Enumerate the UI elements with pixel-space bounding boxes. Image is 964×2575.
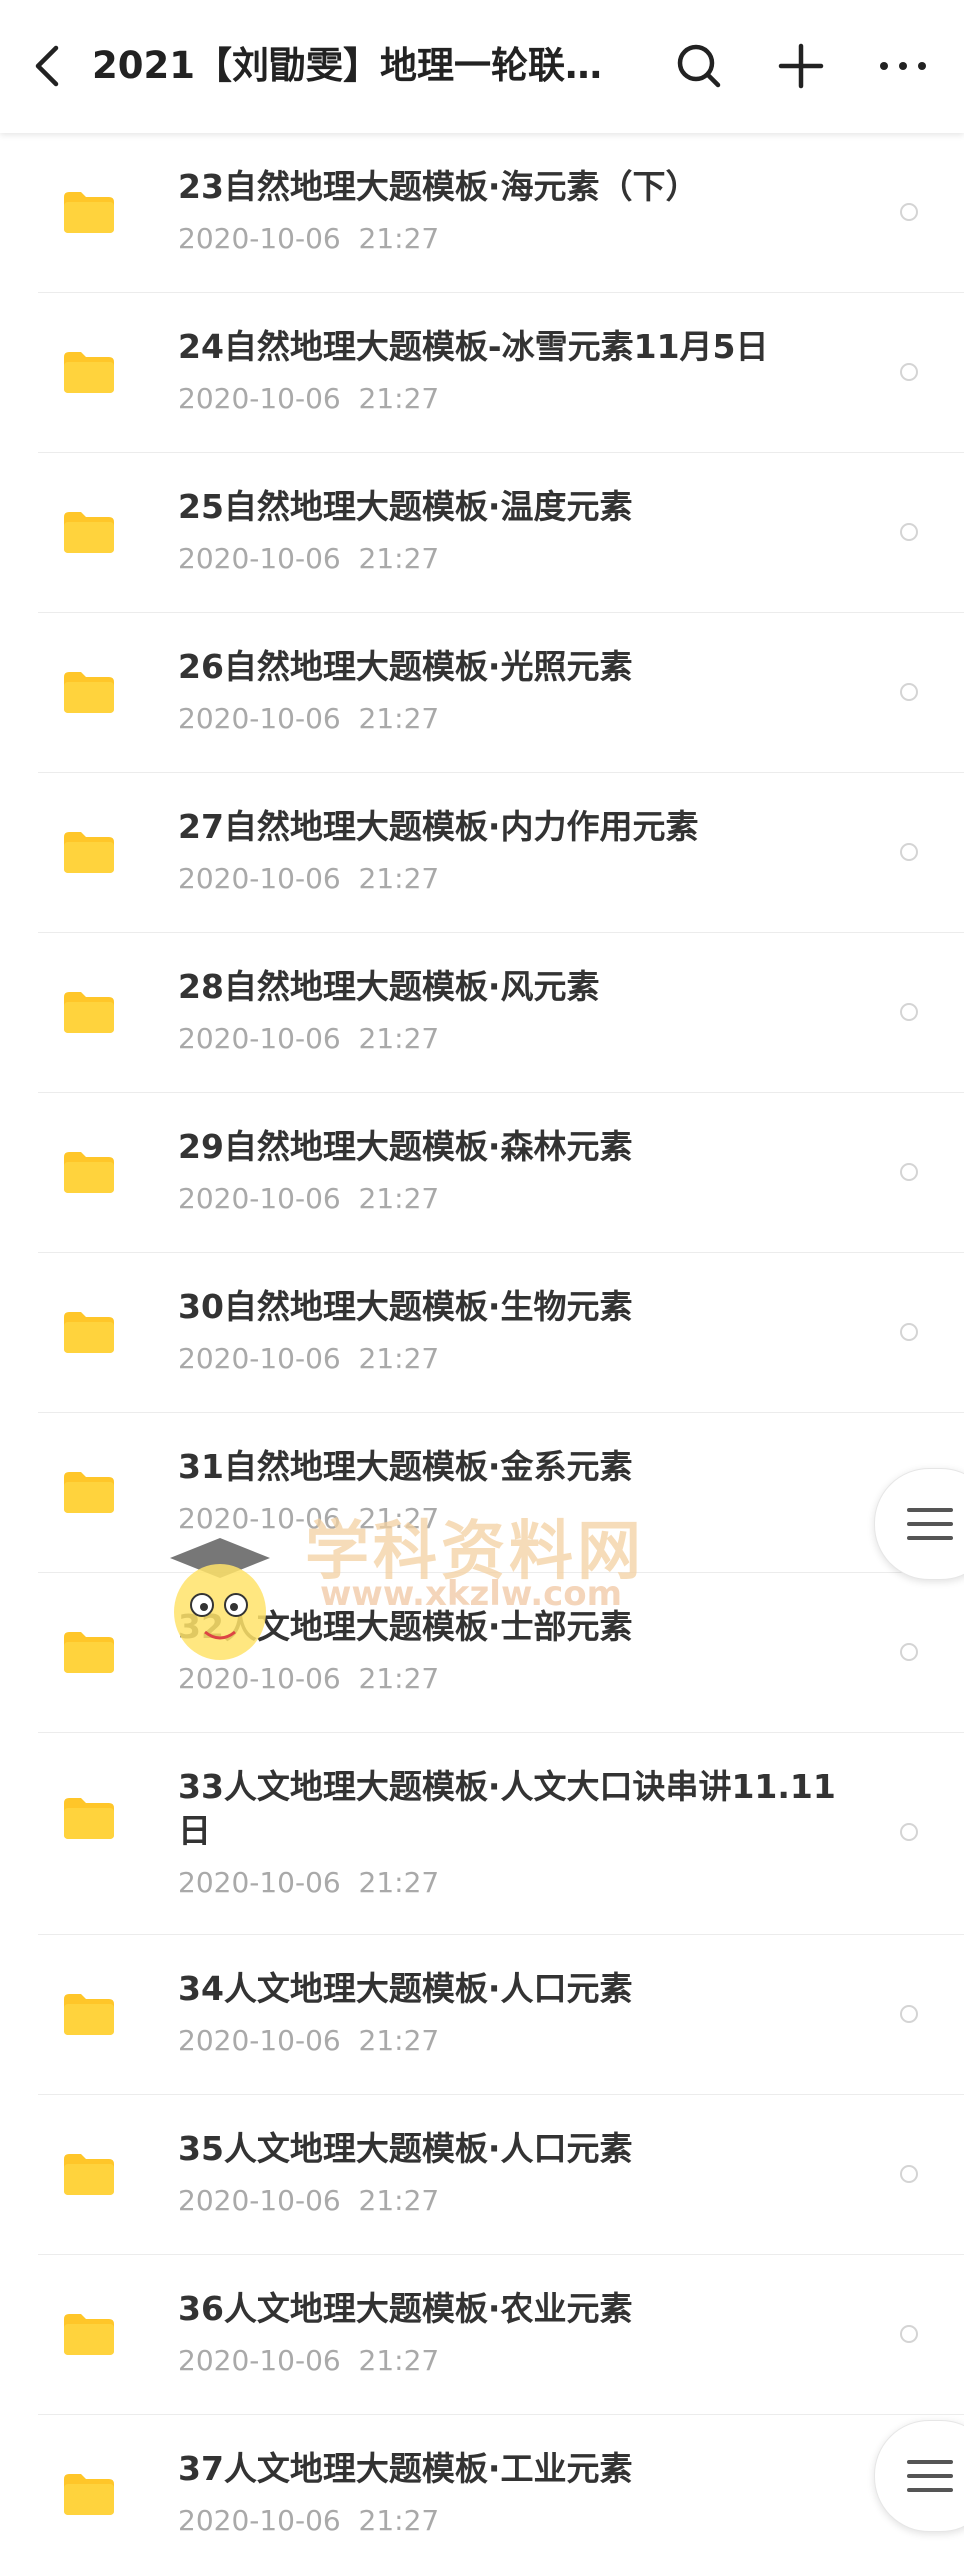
search-icon xyxy=(677,44,721,88)
search-button[interactable] xyxy=(666,33,732,99)
folder-icon xyxy=(64,992,114,1033)
list-item[interactable]: 27自然地理大题模板·内力作用元素 2020-10-06 21:27 xyxy=(38,773,964,933)
file-date: 2020-10-06 21:27 xyxy=(178,542,440,575)
folder-icon xyxy=(64,1472,114,1513)
file-date: 2020-10-06 21:27 xyxy=(178,2504,440,2537)
folder-icon xyxy=(64,2314,114,2355)
select-radio[interactable] xyxy=(900,1163,918,1181)
more-button[interactable] xyxy=(870,33,936,99)
chevron-left-icon xyxy=(35,45,59,87)
select-radio[interactable] xyxy=(900,1643,918,1661)
file-date: 2020-10-06 21:27 xyxy=(178,862,440,895)
watermark-url: www.xkzlw.com xyxy=(320,1574,623,1614)
select-radio[interactable] xyxy=(900,363,918,381)
select-radio[interactable] xyxy=(900,2325,918,2343)
folder-icon xyxy=(64,1312,114,1353)
select-radio[interactable] xyxy=(900,2005,918,2023)
file-name: 33人文地理大题模板·人文大口诀串讲11.11日 xyxy=(178,1767,836,1850)
folder-icon xyxy=(64,832,114,873)
list-item[interactable]: 23自然地理大题模板·海元素（下） 2020-10-06 21:27 xyxy=(38,133,964,293)
hamburger-icon xyxy=(907,1508,953,1540)
select-radio[interactable] xyxy=(900,1823,918,1841)
top-bar: 2021【刘勖雯】地理一轮联… xyxy=(0,0,964,133)
list-item[interactable]: 29自然地理大题模板·森林元素 2020-10-06 21:27 xyxy=(38,1093,964,1253)
file-date: 2020-10-06 21:27 xyxy=(178,1342,440,1375)
file-name: 27自然地理大题模板·内力作用元素 xyxy=(178,807,699,846)
list-item[interactable]: 30自然地理大题模板·生物元素 2020-10-06 21:27 xyxy=(38,1253,964,1413)
file-name: 28自然地理大题模板·风元素 xyxy=(178,967,600,1006)
back-button[interactable] xyxy=(26,36,70,96)
file-date: 2020-10-06 21:27 xyxy=(178,1182,440,1215)
select-radio[interactable] xyxy=(900,2165,918,2183)
hamburger-icon xyxy=(907,2460,953,2492)
file-name: 34人文地理大题模板·人口元素 xyxy=(178,1969,633,2008)
more-horizontal-icon xyxy=(880,62,926,70)
select-radio[interactable] xyxy=(900,1323,918,1341)
watermark: 学科资料网 www.xkzlw.com xyxy=(150,1500,670,1670)
folder-icon xyxy=(64,2154,114,2195)
plus-icon xyxy=(778,43,824,89)
folder-icon xyxy=(64,1632,114,1673)
list-item[interactable]: 34人文地理大题模板·人口元素 2020-10-06 21:27 xyxy=(38,1935,964,2095)
folder-icon xyxy=(64,192,114,233)
list-item[interactable]: 24自然地理大题模板-冰雪元素11月5日 2020-10-06 21:27 xyxy=(38,293,964,453)
select-radio[interactable] xyxy=(900,523,918,541)
list-item[interactable]: 33人文地理大题模板·人文大口诀串讲11.11日 2020-10-06 21:2… xyxy=(38,1733,964,1935)
select-radio[interactable] xyxy=(900,203,918,221)
select-radio[interactable] xyxy=(900,1003,918,1021)
add-button[interactable] xyxy=(768,33,834,99)
list-item[interactable]: 35人文地理大题模板·人口元素 2020-10-06 21:27 xyxy=(38,2095,964,2255)
file-name: 31自然地理大题模板·金系元素 xyxy=(178,1447,633,1486)
file-name: 36人文地理大题模板·农业元素 xyxy=(178,2289,633,2328)
file-name: 24自然地理大题模板-冰雪元素11月5日 xyxy=(178,327,769,366)
file-name: 29自然地理大题模板·森林元素 xyxy=(178,1127,633,1166)
file-date: 2020-10-06 21:27 xyxy=(178,1022,440,1055)
folder-icon xyxy=(64,1152,114,1193)
file-date: 2020-10-06 21:27 xyxy=(178,702,440,735)
folder-icon xyxy=(64,672,114,713)
file-date: 2020-10-06 21:27 xyxy=(178,382,440,415)
list-item[interactable]: 37人文地理大题模板·工业元素 2020-10-06 21:27 xyxy=(38,2415,964,2575)
file-name: 37人文地理大题模板·工业元素 xyxy=(178,2449,633,2488)
list-item[interactable]: 28自然地理大题模板·风元素 2020-10-06 21:27 xyxy=(38,933,964,1093)
file-name: 26自然地理大题模板·光照元素 xyxy=(178,647,633,686)
file-date: 2020-10-06 21:27 xyxy=(178,2344,440,2377)
folder-title: 2021【刘勖雯】地理一轮联… xyxy=(92,44,602,87)
folder-icon xyxy=(64,1798,114,1839)
folder-icon xyxy=(64,2474,114,2515)
list-item[interactable]: 36人文地理大题模板·农业元素 2020-10-06 21:27 xyxy=(38,2255,964,2415)
folder-icon xyxy=(64,352,114,393)
file-date: 2020-10-06 21:27 xyxy=(178,1866,440,1899)
file-name: 35人文地理大题模板·人口元素 xyxy=(178,2129,633,2168)
file-name: 30自然地理大题模板·生物元素 xyxy=(178,1287,633,1326)
folder-icon xyxy=(64,512,114,553)
mascot-icon xyxy=(170,1538,270,1660)
select-radio[interactable] xyxy=(900,843,918,861)
file-name: 25自然地理大题模板·温度元素 xyxy=(178,487,633,526)
file-date: 2020-10-06 21:27 xyxy=(178,2024,440,2057)
select-radio[interactable] xyxy=(900,683,918,701)
file-list: 23自然地理大题模板·海元素（下） 2020-10-06 21:27 24自然地… xyxy=(38,133,964,2575)
list-item[interactable]: 25自然地理大题模板·温度元素 2020-10-06 21:27 xyxy=(38,453,964,613)
list-item[interactable]: 26自然地理大题模板·光照元素 2020-10-06 21:27 xyxy=(38,613,964,773)
folder-icon xyxy=(64,1994,114,2035)
file-date: 2020-10-06 21:27 xyxy=(178,222,440,255)
file-date: 2020-10-06 21:27 xyxy=(178,2184,440,2217)
file-name: 23自然地理大题模板·海元素（下） xyxy=(178,167,699,206)
